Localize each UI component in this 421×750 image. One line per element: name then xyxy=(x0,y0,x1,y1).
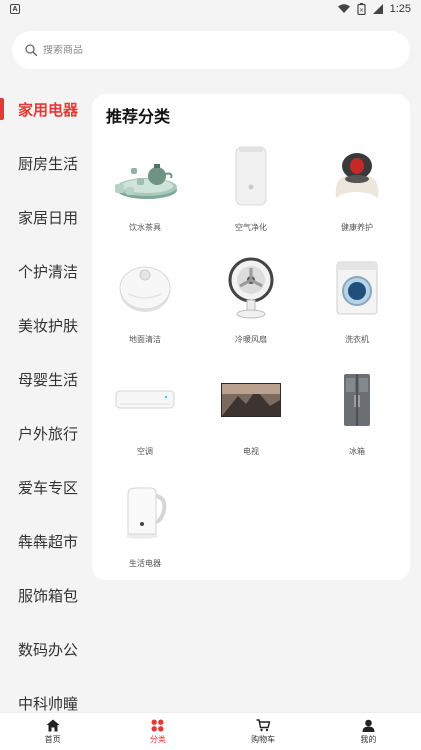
washing-machine-icon xyxy=(317,248,397,328)
category-label: 冷暖风扇 xyxy=(235,335,267,344)
category-health-care[interactable]: 健康养护 xyxy=(304,136,410,248)
category-label: 健康养护 xyxy=(341,223,373,232)
sidebar-item-label: 母婴生活 xyxy=(18,371,79,389)
nav-home[interactable]: 首页 xyxy=(0,713,105,750)
battery-saver-icon: × xyxy=(356,3,366,15)
home-icon xyxy=(46,719,60,731)
air-purifier-icon xyxy=(211,136,291,216)
tv-icon xyxy=(211,360,291,440)
bottom-navigation: 首页 分类 购物车 我的 xyxy=(0,712,421,750)
status-time: 1:25 xyxy=(389,3,411,15)
sidebar-item-label: 犇犇超市 xyxy=(18,533,79,551)
sidebar-item-label: 个护清洁 xyxy=(18,263,79,281)
fan-icon xyxy=(211,248,291,328)
category-air-conditioner[interactable]: 空调 xyxy=(92,360,198,472)
category-tv[interactable]: 电视 xyxy=(198,360,304,472)
category-sidebar: 家用电器 厨房生活 家居日用 个护清洁 美妆护肤 母婴生活 户外旅行 爱车专区 … xyxy=(0,82,90,730)
category-grid: 饮水茶具 空气净化 健康养护 地面清洁 冷暖风扇 洗衣机 空调 电视 冰箱 生活… xyxy=(92,136,410,584)
category-washing-machine[interactable]: 洗衣机 xyxy=(304,248,410,360)
signal-icon xyxy=(372,4,383,14)
nav-label: 购物车 xyxy=(251,734,276,744)
sidebar-item-personal-care[interactable]: 个护清洁 xyxy=(0,244,90,298)
category-fan[interactable]: 冷暖风扇 xyxy=(198,248,304,360)
status-bar: A × 1:25 xyxy=(0,0,421,18)
category-label: 饮水茶具 xyxy=(129,223,161,232)
sidebar-item-digital[interactable]: 数码办公 xyxy=(0,622,90,676)
category-label: 冰箱 xyxy=(349,447,365,456)
sidebar-item-outdoor[interactable]: 户外旅行 xyxy=(0,406,90,460)
category-floor-cleaning[interactable]: 地面清洁 xyxy=(92,248,198,360)
sidebar-item-supermarket[interactable]: 犇犇超市 xyxy=(0,514,90,568)
search-bar[interactable] xyxy=(12,31,410,69)
category-label: 空调 xyxy=(137,447,153,456)
svg-text:×: × xyxy=(359,7,364,14)
fridge-icon xyxy=(317,360,397,440)
sidebar-item-label: 美妆护肤 xyxy=(18,317,79,335)
sidebar-item-car[interactable]: 爱车专区 xyxy=(0,460,90,514)
category-label: 生活电器 xyxy=(129,559,161,568)
notification-a-icon: A xyxy=(10,4,20,14)
sidebar-item-label: 厨房生活 xyxy=(18,155,79,173)
sidebar-item-kitchen[interactable]: 厨房生活 xyxy=(0,136,90,190)
sidebar-item-apparel[interactable]: 服饰箱包 xyxy=(0,568,90,622)
profile-icon xyxy=(362,719,375,732)
nav-label: 我的 xyxy=(360,734,377,744)
nav-profile[interactable]: 我的 xyxy=(316,713,421,750)
search-input[interactable] xyxy=(43,44,343,56)
category-icon xyxy=(151,719,164,731)
tea-set-icon xyxy=(105,136,185,216)
kettle-icon xyxy=(105,472,185,552)
sidebar-item-label: 中科帅瞳 xyxy=(18,695,79,713)
category-fridge[interactable]: 冰箱 xyxy=(304,360,410,472)
category-air-purifier[interactable]: 空气净化 xyxy=(198,136,304,248)
sidebar-item-label: 家用电器 xyxy=(18,101,79,119)
robot-vacuum-icon xyxy=(105,248,185,328)
nav-label: 首页 xyxy=(44,734,61,744)
category-tea-set[interactable]: 饮水茶具 xyxy=(92,136,198,248)
recommended-categories-card: 推荐分类 饮水茶具 空气净化 健康养护 地面清洁 冷暖风扇 洗衣机 空调 电视 … xyxy=(92,94,410,580)
sidebar-item-label: 户外旅行 xyxy=(18,425,79,443)
sidebar-item-label: 爱车专区 xyxy=(18,479,79,497)
nav-label: 分类 xyxy=(149,734,166,744)
sidebar-item-beauty[interactable]: 美妆护肤 xyxy=(0,298,90,352)
search-icon xyxy=(25,44,38,57)
sidebar-item-label: 家居日用 xyxy=(18,209,79,227)
cart-icon xyxy=(256,718,271,731)
category-small-appliances[interactable]: 生活电器 xyxy=(92,472,198,584)
nav-cart[interactable]: 购物车 xyxy=(211,713,316,750)
category-label: 空气净化 xyxy=(235,223,267,232)
nav-category[interactable]: 分类 xyxy=(105,713,210,750)
air-conditioner-icon xyxy=(105,360,185,440)
category-label: 洗衣机 xyxy=(345,335,369,344)
sidebar-item-label: 服饰箱包 xyxy=(18,587,79,605)
massager-icon xyxy=(317,136,397,216)
wifi-icon xyxy=(337,4,350,13)
sidebar-item-home-appliances[interactable]: 家用电器 xyxy=(0,82,90,136)
category-label: 地面清洁 xyxy=(129,335,161,344)
sidebar-item-household[interactable]: 家居日用 xyxy=(0,190,90,244)
section-title: 推荐分类 xyxy=(106,109,171,126)
category-label: 电视 xyxy=(243,447,259,456)
sidebar-item-label: 数码办公 xyxy=(18,641,79,659)
sidebar-item-baby[interactable]: 母婴生活 xyxy=(0,352,90,406)
